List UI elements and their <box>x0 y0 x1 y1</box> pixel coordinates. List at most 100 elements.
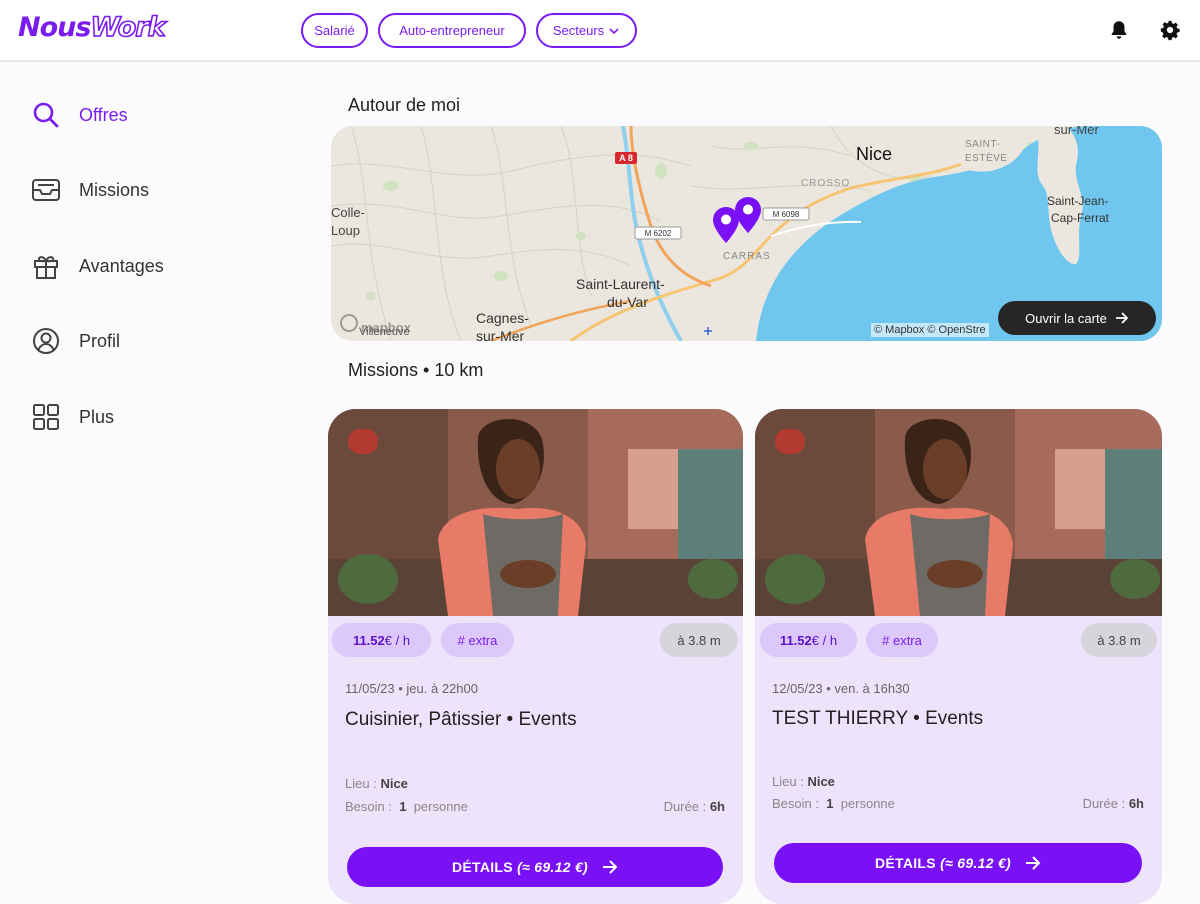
sidebar-item-label: Profil <box>79 330 121 351</box>
duration-value: 6h <box>1128 796 1144 811</box>
sidebar-item-profil[interactable]: Profil <box>28 321 288 361</box>
details-amount: (≈ 69.12 €) <box>940 855 1012 871</box>
mission-title: TEST THIERRY • Events <box>772 708 984 729</box>
map-road-m6202: M 6202 <box>644 228 672 238</box>
duration-label: Durée : <box>1082 796 1126 811</box>
bell-icon[interactable] <box>1106 17 1132 43</box>
map-preview[interactable]: Nice sur-Mer SAINT-ESTÈVE Saint-Jean- Ca… <box>331 126 1162 341</box>
rate-chip: 11.52 € / h <box>760 623 857 657</box>
need-label: Besoin : <box>772 796 819 811</box>
mission-need: Besoin : 1 personne <box>345 799 468 814</box>
filter-pill-salarie[interactable]: Salarié <box>301 13 368 48</box>
details-label: DÉTAILS <box>451 859 513 875</box>
open-map-label: Ouvrir la carte <box>1025 310 1107 326</box>
map-label-sur-mer-cagnes: sur-Mer <box>476 328 525 341</box>
duration-value: 6h <box>709 799 725 814</box>
filter-pill-secteurs[interactable]: Secteurs <box>536 13 637 48</box>
map-label-saint-laurent: Saint-Laurent- <box>576 276 665 292</box>
grid-icon <box>28 399 64 435</box>
distance-chip: à 3.8 m <box>1081 623 1157 657</box>
sidebar-item-label: Missions <box>79 179 150 200</box>
sidebar-item-label: Avantages <box>79 255 164 276</box>
sidebar-item-avantages[interactable]: Avantages <box>28 246 288 286</box>
missions-radius-title: Missions • 10 km <box>348 360 484 380</box>
rate-value: 11.52 <box>352 632 385 648</box>
mission-date: 11/05/23 • jeu. à 22h00 <box>345 681 478 696</box>
rate-value: 11.52 <box>779 632 812 648</box>
user-circle-icon <box>28 323 64 359</box>
logo-text-nous: Nous <box>18 12 91 43</box>
tag-chip[interactable]: # extra <box>866 623 938 657</box>
tag-chip[interactable]: # extra <box>441 623 514 657</box>
arrow-right-icon <box>1115 312 1129 324</box>
pill-label: Salarié <box>314 23 355 38</box>
rate-unit: € / h <box>384 632 411 648</box>
mission-card[interactable]: 11.52 € / h # extra à 3.8 m 11/05/23 • j… <box>328 409 743 904</box>
map-label-crosso: CROSSO <box>801 178 851 189</box>
mission-location: Lieu : Nice <box>345 776 408 791</box>
sidebar-item-label: Offres <box>79 104 128 125</box>
mission-title: Cuisinier, Pâtissier • Events <box>345 709 577 730</box>
gift-icon <box>28 248 64 284</box>
search-icon <box>28 97 64 133</box>
inbox-icon <box>28 172 64 208</box>
mission-need: Besoin : 1 personne <box>772 796 895 811</box>
distance-label: à 3.8 m <box>677 632 721 648</box>
sidebar-item-offres[interactable]: Offres <box>28 95 288 135</box>
location-label: Lieu : <box>345 776 377 791</box>
need-label: Besoin : <box>345 799 392 814</box>
mission-photo <box>328 409 743 616</box>
mission-photo <box>755 409 1162 616</box>
duration-label: Durée : <box>663 799 707 814</box>
details-button[interactable]: DÉTAILS (≈ 69.12 €) <box>347 847 723 887</box>
distance-label: à 3.8 m <box>1097 632 1141 648</box>
rate-unit: € / h <box>811 632 838 648</box>
map-label-cagnes: Cagnes- <box>476 310 529 326</box>
map-road-a8: A 8 <box>619 153 633 163</box>
sidebar-item-plus[interactable]: Plus <box>28 397 288 437</box>
mission-location: Lieu : Nice <box>772 774 835 789</box>
mission-card[interactable]: 11.52 € / h # extra à 3.8 m 12/05/23 • v… <box>755 409 1162 904</box>
arrow-right-icon <box>1026 856 1041 870</box>
mapbox-logo: mapbox <box>361 320 411 335</box>
map-label-sur-mer: sur-Mer <box>1054 126 1099 137</box>
mission-duration: Durée : 6h <box>1083 796 1144 811</box>
logo-text-work: Work <box>90 11 167 44</box>
details-button[interactable]: DÉTAILS (≈ 69.12 €) <box>774 843 1142 883</box>
details-amount: (≈ 69.12 €) <box>517 859 589 875</box>
map-pin-icon[interactable] <box>734 196 762 234</box>
tag-label: # extra <box>457 632 498 648</box>
location-value: Nice <box>380 776 408 791</box>
filter-pill-auto-entrepreneur[interactable]: Auto-entrepreneur <box>378 13 526 48</box>
sidebar-item-missions[interactable]: Missions <box>28 170 288 210</box>
map-attribution[interactable]: © Mapbox © OpenStre <box>871 323 989 337</box>
map-label-cap-ferrat: Cap-Ferrat <box>1051 211 1110 225</box>
open-map-button[interactable]: Ouvrir la carte <box>998 301 1156 335</box>
map-label-colle: Colle- <box>331 205 365 220</box>
pill-label: Auto-entrepreneur <box>399 23 505 38</box>
need-count: 1 <box>826 796 834 811</box>
rate-chip: 11.52 € / h <box>332 623 431 657</box>
arrow-right-icon <box>603 860 618 874</box>
map-label-du-var: du-Var <box>607 294 648 310</box>
need-count: 1 <box>399 799 407 814</box>
location-label: Lieu : <box>772 774 804 789</box>
map-label-nice: Nice <box>856 144 893 164</box>
app-logo[interactable]: NousWork <box>18 11 167 44</box>
mission-date: 12/05/23 • ven. à 16h30 <box>772 681 910 696</box>
tag-label: # extra <box>882 632 922 648</box>
details-label: DÉTAILS <box>874 855 936 871</box>
pill-label: Secteurs <box>552 23 605 38</box>
sidebar-item-label: Plus <box>79 406 115 427</box>
around-me-title: Autour de moi <box>348 95 461 115</box>
map-road-m6098: M 6098 <box>772 209 800 219</box>
map-label-saint-jean: Saint-Jean- <box>1047 194 1109 208</box>
gear-icon[interactable] <box>1157 17 1183 43</box>
map-label-saint-esteve: SAINT-ESTÈVE <box>965 139 1008 164</box>
distance-chip: à 3.8 m <box>660 623 738 657</box>
mission-duration: Durée : 6h <box>664 799 725 814</box>
map-label-loup: Loup <box>331 223 360 238</box>
top-bar: NousWork Salarié Auto-entrepreneur Secte… <box>0 0 1200 62</box>
map-label-carras: CARRAS <box>723 251 771 262</box>
need-unit: personne <box>840 796 895 811</box>
